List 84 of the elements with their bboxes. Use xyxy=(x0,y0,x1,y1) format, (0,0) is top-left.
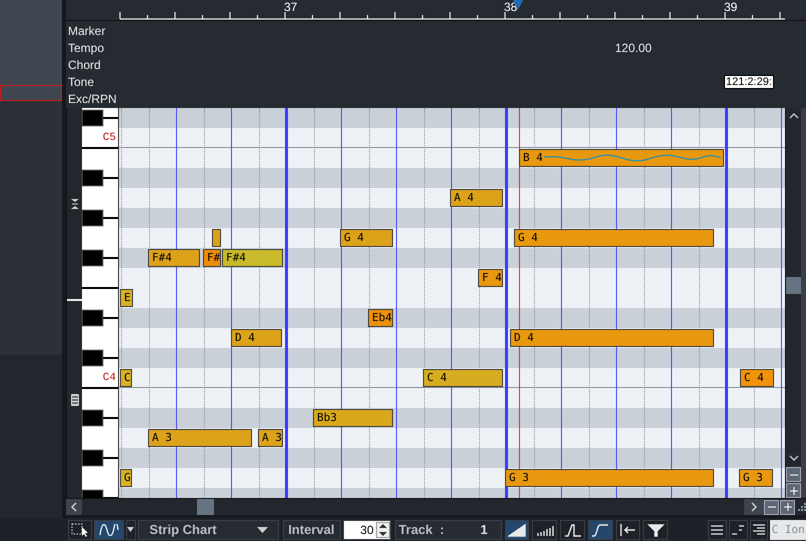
list-view-button[interactable] xyxy=(750,520,768,540)
staggered-lines-icon xyxy=(731,524,746,536)
note-block[interactable]: G xyxy=(120,469,132,487)
curve-shape-button[interactable] xyxy=(588,520,613,540)
spinner-icon[interactable] xyxy=(376,522,390,538)
key-display: C Ion xyxy=(770,520,806,540)
filter-icon xyxy=(646,522,665,536)
curve-shape-button[interactable] xyxy=(532,520,558,540)
note-block[interactable]: G 3 xyxy=(739,469,773,487)
note-block[interactable]: F#4 xyxy=(222,249,283,267)
curve-shape-button[interactable] xyxy=(504,520,530,540)
selected-slot xyxy=(0,85,62,101)
octave-label: C4 xyxy=(102,372,116,384)
interval-label: Interval xyxy=(283,520,341,540)
plus-icon xyxy=(784,503,792,511)
note-block[interactable]: C 4 xyxy=(423,369,503,387)
track-number: 1 xyxy=(480,520,489,539)
lane-label: Tempo xyxy=(68,40,104,56)
position-readout: 121:2:29: xyxy=(724,75,774,89)
note-block[interactable]: D 4 xyxy=(231,329,282,347)
note-block[interactable]: Bb3 xyxy=(313,409,393,427)
resize-grip-icon[interactable] xyxy=(798,503,806,511)
lane-label: Marker xyxy=(68,22,106,40)
curve-shape-button[interactable] xyxy=(643,520,668,540)
minus-icon xyxy=(768,506,776,508)
wave-tool-button[interactable] xyxy=(94,520,124,540)
dropdown-button[interactable] xyxy=(126,520,136,540)
marquee-select-icon xyxy=(70,522,89,536)
list-view-button[interactable] xyxy=(728,520,748,540)
chart-type-dropdown[interactable]: Strip Chart xyxy=(138,520,280,540)
note-block[interactable]: F# xyxy=(203,249,221,267)
horizontal-scrollbar[interactable] xyxy=(66,498,806,515)
note-block[interactable]: C 4 xyxy=(740,369,774,387)
collapse-icon[interactable] xyxy=(70,198,78,208)
scroll-thumb[interactable] xyxy=(197,499,214,515)
zoom-in-button[interactable] xyxy=(780,500,795,514)
lines-icon xyxy=(710,524,724,536)
note-block[interactable]: D 4 xyxy=(510,329,714,347)
note-block[interactable]: G 3 xyxy=(505,469,714,487)
note-block[interactable]: G 4 xyxy=(514,229,714,247)
caret-icon xyxy=(257,526,268,532)
curve-shape-button[interactable] xyxy=(616,520,640,540)
note-block[interactable]: F 4 xyxy=(478,269,503,287)
pulse-icon xyxy=(564,522,582,536)
zoom-out-button[interactable] xyxy=(764,500,779,514)
note-block[interactable]: G 4 xyxy=(340,229,393,247)
curve-icon xyxy=(591,522,610,536)
scroll-right-icon[interactable] xyxy=(751,502,757,512)
interval-input[interactable]: 30 xyxy=(344,520,376,538)
note-block[interactable]: A 4 xyxy=(450,189,503,207)
measure-number: 37 xyxy=(284,1,298,13)
jump-to-start-icon xyxy=(619,522,638,536)
note-block[interactable]: B 4 xyxy=(519,149,724,167)
lane-label: Exc/RPN xyxy=(68,90,117,108)
plus-icon xyxy=(790,486,798,494)
minus-icon xyxy=(790,474,798,476)
curve-shape-button[interactable] xyxy=(560,520,585,540)
sine-wave-icon xyxy=(98,524,119,536)
note-block[interactable]: E xyxy=(120,289,133,307)
lane-label: Chord xyxy=(68,56,101,74)
interval-field[interactable]: 30 xyxy=(342,520,391,540)
note-block[interactable]: A 3 xyxy=(148,429,252,447)
piano-roll-grid[interactable]: B 4 A 4 G 4 G 4 F#4 F# F#4 F 4 E Eb4 D 4 D 4 C C 4 C 4 Bb3 A 3 A 3 G G 3 G 3 xyxy=(118,108,785,498)
note-block[interactable]: F#4 xyxy=(148,249,200,267)
scroll-left-icon[interactable] xyxy=(71,502,77,512)
note-block[interactable]: A 3 xyxy=(258,429,283,447)
scroll-up-icon[interactable] xyxy=(788,113,798,119)
octave-label: C5 xyxy=(102,132,116,144)
scroll-down-icon[interactable] xyxy=(788,455,798,461)
note-block[interactable] xyxy=(212,229,221,247)
caret-icon xyxy=(127,527,134,532)
grip-icon[interactable] xyxy=(70,394,78,406)
lane-value: 120.00 xyxy=(615,40,652,56)
note-block[interactable]: C xyxy=(120,369,132,387)
indented-list-icon xyxy=(752,524,766,536)
vertical-scrollbar[interactable] xyxy=(785,108,801,498)
measure-number: 39 xyxy=(724,1,738,13)
ramp-icon xyxy=(508,522,526,536)
lane-label: Tone xyxy=(68,74,94,90)
scroll-thumb[interactable] xyxy=(786,277,802,294)
note-block[interactable]: Eb4 xyxy=(368,309,393,327)
list-view-button[interactable] xyxy=(708,520,727,540)
track-label: Track : xyxy=(398,520,444,539)
select-tool-button[interactable] xyxy=(68,520,92,540)
